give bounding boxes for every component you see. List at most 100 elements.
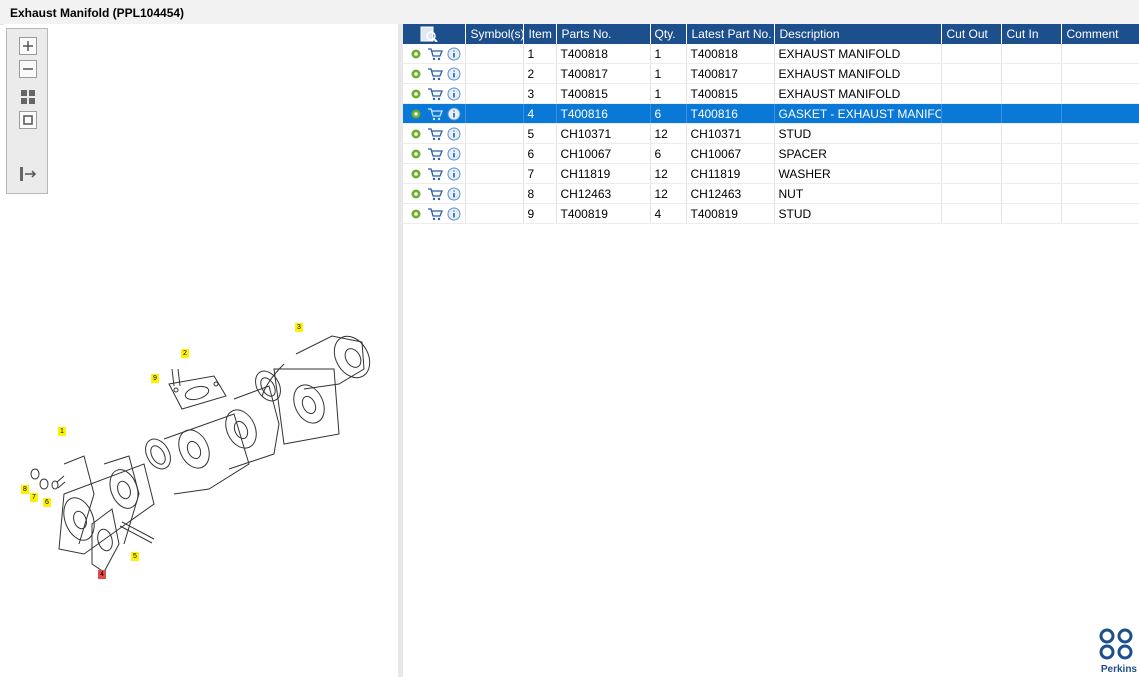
gear-icon[interactable] <box>409 147 423 161</box>
cell-parts-no: T400816 <box>556 103 651 124</box>
cart-icon[interactable] <box>427 87 443 101</box>
cell-qty: 1 <box>650 63 687 84</box>
window-title: Exhaust Manifold (PPL104454) <box>10 6 185 20</box>
cell-cut-in <box>1001 44 1062 64</box>
fit-one-icon[interactable] <box>19 111 37 129</box>
info-icon[interactable] <box>447 47 461 61</box>
callout-9[interactable]: 9 <box>151 374 159 383</box>
cart-icon[interactable] <box>427 107 443 121</box>
fit-all-icon[interactable] <box>19 88 37 106</box>
cell-latest-part-no: T400815 <box>686 83 775 104</box>
row-actions <box>403 163 466 184</box>
table-row[interactable]: 8 CH12463 12 CH12463 NUT <box>403 183 1139 204</box>
gear-icon[interactable] <box>409 187 423 201</box>
cart-icon[interactable] <box>427 47 443 61</box>
cart-icon[interactable] <box>427 67 443 81</box>
info-icon[interactable] <box>447 187 461 201</box>
info-icon[interactable] <box>447 207 461 221</box>
info-icon[interactable] <box>447 147 461 161</box>
cell-cut-out <box>941 203 1002 224</box>
cart-icon[interactable] <box>427 147 443 161</box>
cell-qty: 12 <box>650 163 687 184</box>
info-icon[interactable] <box>447 167 461 181</box>
row-actions <box>403 183 466 204</box>
info-icon[interactable] <box>447 127 461 141</box>
table-row[interactable]: 6 CH10067 6 CH10067 SPACER <box>403 143 1139 164</box>
col-header-actions[interactable] <box>403 24 466 44</box>
info-icon[interactable] <box>447 107 461 121</box>
col-header-cut-in[interactable]: Cut In <box>1001 24 1062 44</box>
cell-comment <box>1061 44 1139 64</box>
cell-item: 2 <box>523 63 557 84</box>
info-icon[interactable] <box>447 87 461 101</box>
callout-7[interactable]: 7 <box>30 493 38 502</box>
parts-table: Symbol(s) Item Parts No. Qty. Latest Par… <box>403 24 1139 224</box>
cell-comment <box>1061 123 1139 144</box>
callout-8[interactable]: 8 <box>21 485 29 494</box>
cell-description: STUD <box>774 203 942 224</box>
gear-icon[interactable] <box>409 87 423 101</box>
table-row[interactable]: 7 CH11819 12 CH11819 WASHER <box>403 163 1139 184</box>
callout-3[interactable]: 3 <box>295 323 303 332</box>
cart-icon[interactable] <box>427 127 443 141</box>
cell-item: 8 <box>523 183 557 204</box>
perkins-logo-icon <box>1099 628 1133 660</box>
search-list-icon[interactable] <box>420 26 438 43</box>
gear-icon[interactable] <box>409 67 423 81</box>
callout-2[interactable]: 2 <box>181 349 189 358</box>
cell-symbols <box>465 103 524 124</box>
col-header-item[interactable]: Item <box>523 24 557 44</box>
row-actions <box>403 83 466 104</box>
cell-cut-out <box>941 163 1002 184</box>
cell-qty: 6 <box>650 143 687 164</box>
info-icon[interactable] <box>447 67 461 81</box>
cell-cut-out <box>941 83 1002 104</box>
callout-1[interactable]: 1 <box>58 427 66 436</box>
table-row[interactable]: 4 T400816 6 T400816 GASKET - EXHAUST MAN… <box>403 103 1139 124</box>
gear-icon[interactable] <box>409 207 423 221</box>
gear-icon[interactable] <box>409 107 423 121</box>
col-header-cut-out[interactable]: Cut Out <box>941 24 1002 44</box>
perkins-logo-text: Perkins <box>1100 664 1137 675</box>
callout-4[interactable]: 4 <box>98 570 106 579</box>
table-row[interactable]: 3 T400815 1 T400815 EXHAUST MANIFOLD <box>403 83 1139 104</box>
callout-6[interactable]: 6 <box>43 498 51 507</box>
cell-item: 7 <box>523 163 557 184</box>
col-header-latest-part-no[interactable]: Latest Part No. <box>686 24 775 44</box>
zoom-out-icon[interactable] <box>19 60 37 78</box>
table-row[interactable]: 2 T400817 1 T400817 EXHAUST MANIFOLD <box>403 63 1139 84</box>
cell-latest-part-no: CH12463 <box>686 183 775 204</box>
col-header-comment[interactable]: Comment <box>1061 24 1139 44</box>
table-row[interactable]: 9 T400819 4 T400819 STUD <box>403 203 1139 224</box>
cart-icon[interactable] <box>427 187 443 201</box>
cart-icon[interactable] <box>427 167 443 181</box>
callout-5[interactable]: 5 <box>131 552 139 561</box>
export-icon[interactable] <box>19 165 37 183</box>
cell-cut-in <box>1001 83 1062 104</box>
cell-description: STUD <box>774 123 942 144</box>
col-header-qty[interactable]: Qty. <box>650 24 687 44</box>
cell-description: SPACER <box>774 143 942 164</box>
cell-item: 6 <box>523 143 557 164</box>
col-header-symbols[interactable]: Symbol(s) <box>465 24 524 44</box>
cell-comment <box>1061 83 1139 104</box>
cell-comment <box>1061 183 1139 204</box>
cell-qty: 6 <box>650 103 687 124</box>
gear-icon[interactable] <box>409 167 423 181</box>
cell-comment <box>1061 203 1139 224</box>
cart-icon[interactable] <box>427 207 443 221</box>
gear-icon[interactable] <box>409 47 423 61</box>
zoom-in-icon[interactable] <box>19 37 37 55</box>
col-header-description[interactable]: Description <box>774 24 942 44</box>
row-actions <box>403 103 466 124</box>
drawing-pane[interactable]: 1 2 3 4 5 6 7 8 9 <box>4 24 399 677</box>
col-header-parts-no[interactable]: Parts No. <box>556 24 651 44</box>
table-row[interactable]: 5 CH10371 12 CH10371 STUD <box>403 123 1139 144</box>
cell-parts-no: T400815 <box>556 83 651 104</box>
cell-item: 4 <box>523 103 557 124</box>
gear-icon[interactable] <box>409 127 423 141</box>
cell-comment <box>1061 163 1139 184</box>
cell-parts-no: T400817 <box>556 63 651 84</box>
table-row[interactable]: 1 T400818 1 T400818 EXHAUST MANIFOLD <box>403 44 1139 64</box>
cell-cut-in <box>1001 103 1062 124</box>
